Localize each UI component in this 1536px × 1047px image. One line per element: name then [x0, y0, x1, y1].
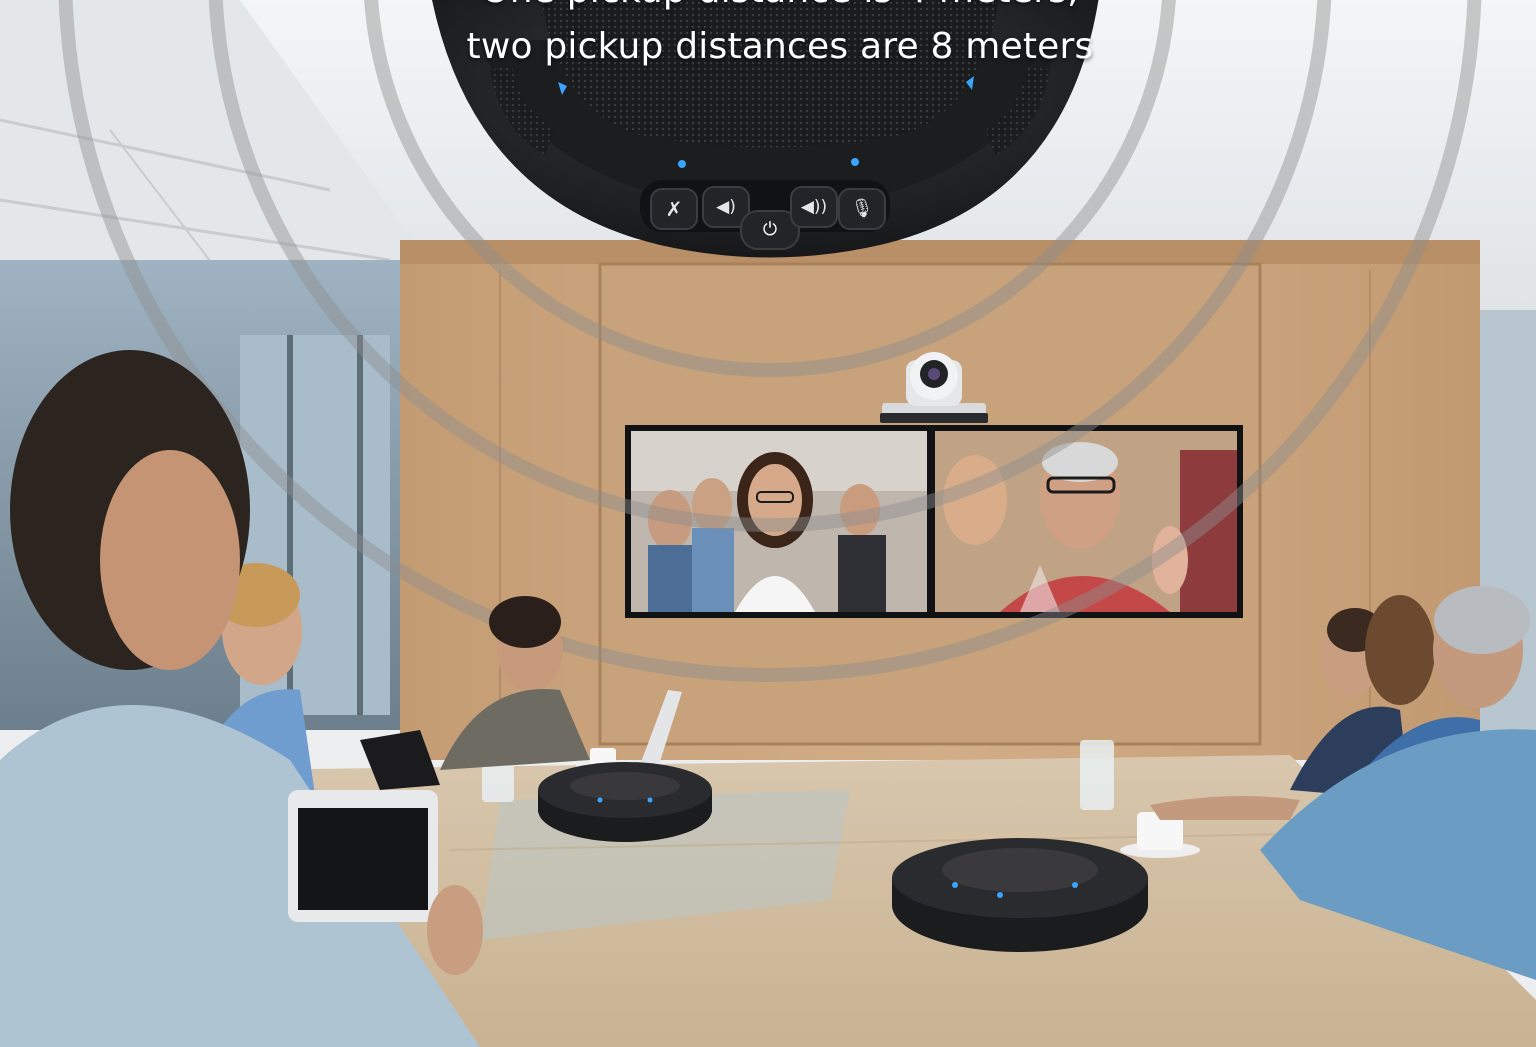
speakerphone-controls: ✗ ◀) ⏻ ◀)) 🎙 [640, 178, 900, 250]
mute-speaker-button[interactable]: ✗ [650, 188, 698, 230]
status-led [678, 160, 686, 168]
volume-up-icon: ◀)) [800, 197, 828, 217]
conference-room-scene [0, 0, 1536, 1047]
conference-room-photo: ✗ ◀) ⏻ ◀)) 🎙 One pickup distance is 4 me… [0, 0, 1536, 1047]
speakerphone-table-left [538, 762, 712, 842]
caption-line-2: two pickup distances are 8 meters [466, 26, 1094, 67]
mute-mic-icon: 🎙 [850, 198, 874, 219]
power-icon: ⏻ [762, 219, 778, 240]
water-glass [1080, 740, 1114, 810]
status-led [851, 158, 859, 166]
volume-down-icon: ◀) [716, 197, 736, 217]
caption-line-1: One pickup distance is 4 meters, [360, 0, 1200, 11]
mute-mic-button[interactable]: 🎙 [838, 188, 886, 230]
speakerphone-table-right [892, 838, 1148, 952]
mute-speaker-icon: ✗ [665, 197, 683, 221]
volume-up-button[interactable]: ◀)) [790, 186, 838, 228]
